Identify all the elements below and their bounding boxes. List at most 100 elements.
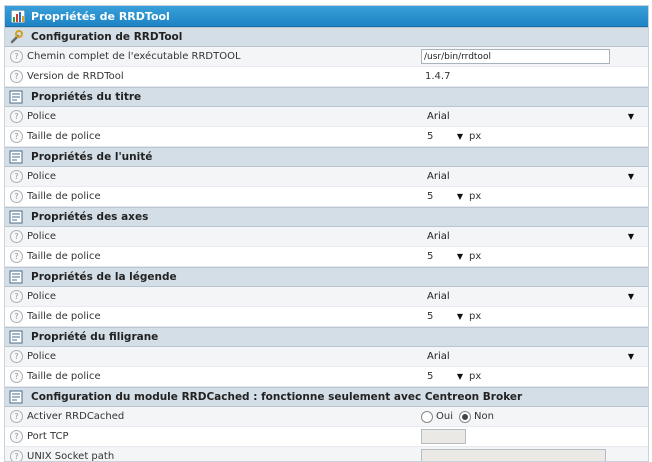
font-select[interactable]: Arial ▼ — [421, 169, 636, 185]
font-size-select[interactable]: 5 ▼ — [421, 369, 463, 385]
page-header: Propriétés de RRDTool — [5, 6, 648, 27]
dropdown-arrow-icon: ▼ — [456, 192, 463, 201]
section-title: Configuration de RRDTool — [31, 31, 183, 43]
help-icon[interactable]: ? — [10, 430, 23, 443]
font-size-label: Taille de police — [27, 251, 101, 262]
row-port-tcp: ? Port TCP — [5, 427, 648, 447]
help-icon[interactable]: ? — [10, 70, 23, 83]
font-size-label: Taille de police — [27, 371, 101, 382]
radio-oui-label: Oui — [436, 411, 453, 422]
help-icon[interactable]: ? — [10, 130, 23, 143]
font-size-unit: px — [469, 371, 482, 382]
help-icon[interactable]: ? — [10, 50, 23, 63]
font-size-select[interactable]: 5 ▼ — [421, 189, 463, 205]
dropdown-arrow-icon: ▼ — [627, 232, 634, 241]
activate-label: Activer RRDCached — [27, 411, 125, 422]
radio-non-label: Non — [474, 411, 494, 422]
font-label: Police — [27, 171, 56, 182]
port-input[interactable] — [421, 429, 466, 444]
help-icon[interactable]: ? — [10, 250, 23, 263]
row-font: ? Police Arial ▼ — [5, 227, 648, 247]
row-version: ? Version de RRDTool 1.4.7 — [5, 67, 648, 87]
font-size-unit: px — [469, 311, 482, 322]
font-select[interactable]: Arial ▼ — [421, 349, 636, 365]
port-label: Port TCP — [27, 431, 69, 442]
help-icon[interactable]: ? — [10, 310, 23, 323]
font-size-label: Taille de police — [27, 191, 101, 202]
dropdown-arrow-icon: ▼ — [456, 372, 463, 381]
section-config: Configuration de RRDTool — [5, 27, 648, 47]
help-icon[interactable]: ? — [10, 370, 23, 383]
row-font: ? Police Arial ▼ — [5, 347, 648, 367]
help-icon[interactable]: ? — [10, 350, 23, 363]
form-icon — [9, 90, 23, 104]
font-size-select[interactable]: 5 ▼ — [421, 309, 463, 325]
section-title: Configuration du module RRDCached : fonc… — [31, 391, 523, 403]
form-icon — [9, 390, 23, 404]
row-exec-path: ? Chemin complet de l'exécutable RRDTOOL — [5, 47, 648, 67]
help-icon[interactable]: ? — [10, 450, 23, 461]
font-select-value: Arial — [427, 111, 450, 122]
font-size-select[interactable]: 5 ▼ — [421, 129, 463, 145]
version-value: 1.4.7 — [425, 71, 451, 82]
form-icon — [9, 330, 23, 344]
dropdown-arrow-icon: ▼ — [456, 132, 463, 141]
section-title: Propriétés de l'unité — [31, 151, 153, 163]
help-icon[interactable]: ? — [10, 190, 23, 203]
row-font-size: ? Taille de police 5 ▼ px — [5, 187, 648, 207]
row-font-size: ? Taille de police 5 ▼ px — [5, 247, 648, 267]
dropdown-arrow-icon: ▼ — [627, 292, 634, 301]
section-header: Propriété du filigrane — [5, 327, 648, 347]
section-rrdcached: Configuration du module RRDCached : fonc… — [5, 387, 648, 407]
exec-path-label: Chemin complet de l'exécutable RRDTOOL — [27, 51, 241, 62]
row-font-size: ? Taille de police 5 ▼ px — [5, 127, 648, 147]
font-select-value: Arial — [427, 171, 450, 182]
font-label: Police — [27, 291, 56, 302]
form-icon — [9, 210, 23, 224]
form-icon — [9, 150, 23, 164]
font-size-value: 5 — [427, 131, 434, 142]
section-header: Propriétés du titre — [5, 87, 648, 107]
dropdown-arrow-icon: ▼ — [627, 112, 634, 121]
wrench-icon — [9, 30, 23, 44]
section-title: Propriétés de la légende — [31, 271, 177, 283]
font-size-value: 5 — [427, 251, 434, 262]
font-size-value: 5 — [427, 371, 434, 382]
font-select[interactable]: Arial ▼ — [421, 289, 636, 305]
radio-non[interactable] — [459, 410, 471, 423]
socket-input[interactable] — [421, 449, 606, 461]
help-icon[interactable]: ? — [10, 170, 23, 183]
font-size-select[interactable]: 5 ▼ — [421, 249, 463, 265]
dropdown-arrow-icon: ▼ — [627, 352, 634, 361]
font-size-value: 5 — [427, 311, 434, 322]
font-select[interactable]: Arial ▼ — [421, 229, 636, 245]
font-label: Police — [27, 231, 56, 242]
section-title: Propriété du filigrane — [31, 331, 159, 343]
help-icon[interactable]: ? — [10, 230, 23, 243]
font-size-unit: px — [469, 131, 482, 142]
font-select[interactable]: Arial ▼ — [421, 109, 636, 125]
page-title: Propriétés de RRDTool — [31, 9, 170, 23]
font-size-label: Taille de police — [27, 311, 101, 322]
dropdown-arrow-icon: ▼ — [627, 172, 634, 181]
exec-path-input[interactable] — [421, 49, 610, 64]
section-title: Propriétés des axes — [31, 211, 149, 223]
help-icon[interactable]: ? — [10, 110, 23, 123]
row-font-size: ? Taille de police 5 ▼ px — [5, 307, 648, 327]
rrdtool-form: Propriétés de RRDTool Configuration de R… — [4, 5, 649, 462]
help-icon[interactable]: ? — [10, 410, 23, 423]
font-select-value: Arial — [427, 351, 450, 362]
font-select-value: Arial — [427, 291, 450, 302]
dropdown-arrow-icon: ▼ — [456, 252, 463, 261]
font-size-label: Taille de police — [27, 131, 101, 142]
row-font: ? Police Arial ▼ — [5, 167, 648, 187]
help-icon[interactable]: ? — [10, 290, 23, 303]
row-activate-rrdcached: ? Activer RRDCached Oui Non — [5, 407, 648, 427]
row-font-size: ? Taille de police 5 ▼ px — [5, 367, 648, 387]
font-label: Police — [27, 351, 56, 362]
radio-oui[interactable] — [421, 410, 433, 423]
font-size-unit: px — [469, 191, 482, 202]
socket-label: UNIX Socket path — [27, 451, 115, 462]
section-title: Propriétés du titre — [31, 91, 142, 103]
section-header: Propriétés de la légende — [5, 267, 648, 287]
